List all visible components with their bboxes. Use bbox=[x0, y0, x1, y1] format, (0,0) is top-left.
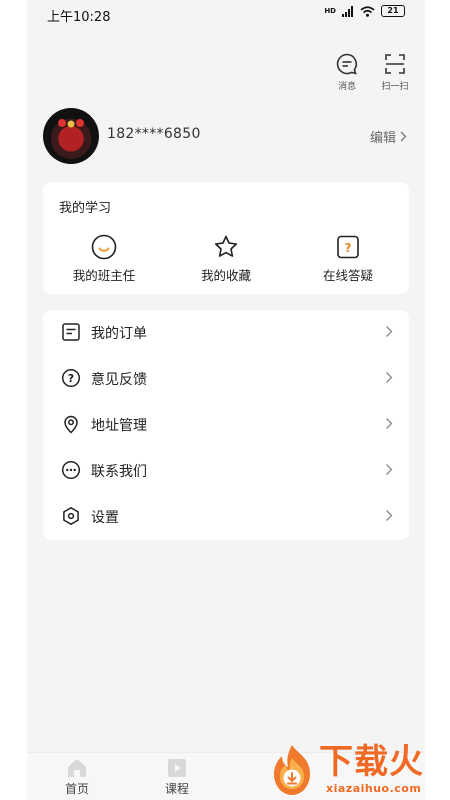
chevron-right-icon bbox=[386, 326, 393, 337]
menu-item-feedback[interactable]: ? 意见反馈 bbox=[43, 356, 409, 402]
chat-dots-icon bbox=[61, 460, 81, 480]
signal-icon bbox=[342, 5, 353, 17]
question-circle-icon: ? bbox=[61, 368, 81, 388]
tab-home-label: 首页 bbox=[64, 782, 89, 796]
menu-item-address[interactable]: 地址管理 bbox=[43, 402, 409, 448]
online-qa-label: 在线答疑 bbox=[322, 268, 373, 283]
menu-item-contact[interactable]: 联系我们 bbox=[43, 448, 409, 494]
phone-number: 182****6850 bbox=[107, 126, 201, 142]
my-learning-card: 我的学习 我的班主任 我的收藏 ? 在线答疑 bbox=[43, 182, 409, 294]
messages-button[interactable]: 消息 bbox=[327, 52, 367, 92]
chevron-right-icon bbox=[400, 131, 407, 142]
status-icons: HD 21 bbox=[324, 5, 405, 17]
chevron-right-icon bbox=[386, 464, 393, 475]
scan-label: 扫一扫 bbox=[381, 82, 409, 92]
chevron-right-icon bbox=[386, 510, 393, 521]
svg-text:?: ? bbox=[345, 241, 352, 255]
avatar[interactable] bbox=[43, 108, 99, 164]
wifi-icon bbox=[360, 5, 375, 17]
edit-label: 编辑 bbox=[369, 131, 396, 146]
menu-item-orders[interactable]: 我的订单 bbox=[43, 310, 409, 356]
home-icon bbox=[68, 759, 86, 777]
feedback-label: 意见反馈 bbox=[91, 372, 147, 388]
watermark-url: xiazaihuo.com bbox=[326, 782, 422, 795]
chevron-right-icon bbox=[386, 372, 393, 383]
scan-icon bbox=[385, 54, 405, 74]
question-square-icon: ? bbox=[337, 235, 359, 259]
address-label: 地址管理 bbox=[91, 418, 147, 434]
flame-logo-icon bbox=[274, 745, 310, 795]
settings-hexagon-icon bbox=[63, 507, 79, 525]
tab-home[interactable]: 首页 bbox=[47, 757, 107, 797]
tab-courses[interactable]: 课程 bbox=[147, 757, 207, 797]
status-time: 上午10:28 bbox=[47, 10, 111, 25]
battery-icon: 21 bbox=[381, 5, 405, 17]
svg-text:?: ? bbox=[68, 372, 74, 385]
learning-grid: 我的班主任 我的收藏 ? 在线答疑 bbox=[43, 234, 409, 284]
favorites-item[interactable]: 我的收藏 bbox=[165, 234, 287, 284]
order-list-icon bbox=[62, 323, 80, 341]
favorites-label: 我的收藏 bbox=[200, 268, 251, 283]
avatar-figure bbox=[58, 119, 84, 128]
course-play-icon bbox=[168, 759, 186, 777]
tab-courses-label: 课程 bbox=[164, 782, 189, 796]
settings-label: 设置 bbox=[91, 510, 119, 526]
profile-screen: 上午10:28 HD 21 消息 扫一扫 182****6850 编辑 我的学习… bbox=[27, 0, 425, 800]
star-icon bbox=[214, 235, 238, 257]
head-teacher-label: 我的班主任 bbox=[72, 268, 136, 283]
messages-label: 消息 bbox=[337, 82, 356, 92]
edit-profile-button[interactable]: 编辑 bbox=[370, 127, 407, 146]
message-bubble-icon bbox=[336, 53, 357, 75]
scan-button[interactable]: 扫一扫 bbox=[375, 52, 415, 92]
menu-card: 我的订单 ? 意见反馈 地址管理 联系我们 设置 bbox=[43, 310, 409, 540]
status-bar: 上午10:28 HD 21 bbox=[27, 0, 425, 28]
chevron-right-icon bbox=[386, 418, 393, 429]
smile-face-icon bbox=[91, 234, 117, 260]
menu-item-settings[interactable]: 设置 bbox=[43, 494, 409, 540]
network-label: HD bbox=[324, 7, 336, 15]
watermark-title: 下载火 bbox=[319, 742, 424, 782]
head-teacher-item[interactable]: 我的班主任 bbox=[43, 234, 165, 284]
online-qa-item[interactable]: ? 在线答疑 bbox=[287, 234, 409, 284]
watermark: 下载火 xiazaihuo.com bbox=[264, 742, 450, 800]
learning-title: 我的学习 bbox=[59, 201, 112, 216]
location-pin-icon bbox=[64, 415, 78, 434]
orders-label: 我的订单 bbox=[91, 326, 147, 342]
contact-label: 联系我们 bbox=[91, 464, 147, 480]
